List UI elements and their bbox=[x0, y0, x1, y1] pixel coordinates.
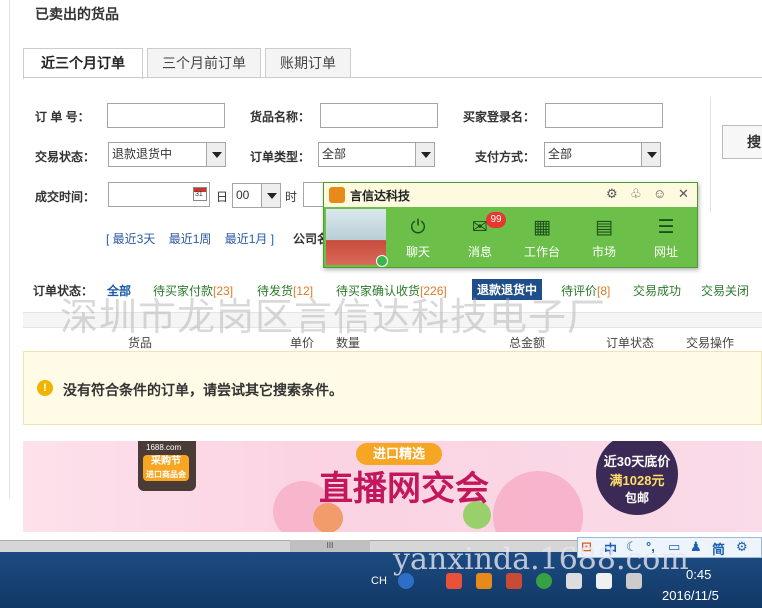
tab-older-than-three-months[interactable]: 三个月前订单 bbox=[147, 48, 261, 78]
skin-icon[interactable]: ♧ bbox=[630, 186, 642, 202]
settings-icon[interactable]: ⚙ bbox=[606, 186, 618, 202]
grid-icon: ▦ bbox=[533, 217, 551, 238]
list-icon: ☰ bbox=[657, 217, 675, 238]
empty-notice: ! 没有符合条件的订单，请尝试其它搜索条件。 bbox=[23, 351, 762, 425]
hour-value: 00 bbox=[236, 188, 250, 202]
chat-icon: ⏻ bbox=[410, 217, 426, 238]
banner-promo-badge: 近30天底价 满1028元 包邮 bbox=[596, 441, 678, 515]
order-no-input[interactable] bbox=[107, 103, 225, 128]
im-avatar[interactable] bbox=[326, 209, 388, 267]
deal-time-label: 成交时间： bbox=[35, 190, 96, 204]
clock-time[interactable]: 0:45 bbox=[686, 567, 711, 582]
banner-decoration bbox=[493, 471, 583, 532]
pay-method-select[interactable]: 全部 bbox=[544, 142, 661, 167]
clock-date[interactable]: 2016/11/5 bbox=[662, 588, 719, 603]
im-account-name: 言信达科技 bbox=[350, 189, 411, 203]
chevron-down-icon bbox=[206, 143, 225, 166]
quick-range-links: [ 最近3天 最近1周 最近1月 ] bbox=[106, 230, 284, 247]
order-type-value: 全部 bbox=[322, 147, 347, 161]
banner-logo: 1688.com 采购节 进口商品会 bbox=[138, 441, 196, 491]
pay-method-value: 全部 bbox=[548, 147, 573, 161]
buyer-login-input[interactable] bbox=[545, 103, 663, 128]
im-chat-button[interactable]: ⏻ 聊天 bbox=[390, 211, 446, 267]
chevron-down-icon bbox=[641, 143, 660, 166]
store-icon: ▤ bbox=[595, 217, 613, 238]
banner-site-tag: 1688.com bbox=[146, 443, 182, 452]
banner-logo-tag: 采购节 进口商品会 bbox=[143, 455, 189, 481]
order-type-label: 订单类型： bbox=[250, 150, 311, 164]
ime-simplified-mode[interactable]: 简 bbox=[712, 539, 725, 558]
left-divider bbox=[9, 0, 10, 498]
warning-icon: ! bbox=[37, 380, 53, 396]
search-divider bbox=[710, 97, 711, 212]
im-logo-icon bbox=[329, 187, 345, 203]
order-no-label: 订 单 号： bbox=[35, 110, 90, 124]
day-label: 日 bbox=[216, 190, 229, 204]
im-market-button[interactable]: ▤ 市场 bbox=[576, 211, 632, 267]
close-icon[interactable]: ✕ bbox=[678, 186, 689, 202]
ime-settings-icon[interactable]: ⚙ bbox=[736, 539, 748, 555]
goods-name-input[interactable] bbox=[320, 103, 438, 128]
im-popup: 言信达科技 ⚙ ♧ ☺ ✕ ⏻ 聊天 ✉ 消息 99 ▦ 工作台 ▤ 市场 ☰ … bbox=[323, 182, 698, 268]
trade-status-select[interactable]: 退款退货中 bbox=[108, 142, 226, 167]
hour-select[interactable]: 00 bbox=[232, 183, 281, 208]
goods-name-label: 货品名称： bbox=[250, 110, 311, 124]
empty-message: 没有符合条件的订单，请尝试其它搜索条件。 bbox=[63, 382, 343, 398]
trade-status-label: 交易状态： bbox=[35, 150, 96, 164]
status-icon[interactable]: ☺ bbox=[653, 186, 666, 201]
company-watermark: 深圳市龙岗区言信达科技电子厂 bbox=[60, 295, 607, 339]
banner-title: 直播网交会 bbox=[319, 469, 489, 509]
last-month-link[interactable]: 最近1月 ] bbox=[225, 232, 274, 246]
order-type-select[interactable]: 全部 bbox=[318, 142, 435, 167]
ime-user-icon[interactable]: ♟ bbox=[690, 539, 702, 555]
header-order-status: 订单状态 bbox=[606, 336, 655, 350]
online-status-icon bbox=[376, 255, 388, 267]
scrollbar-thumb[interactable]: III bbox=[290, 540, 370, 552]
site-watermark: yanxinda.1688.com bbox=[393, 542, 689, 577]
chevron-down-icon bbox=[261, 184, 280, 207]
last-3-days-link[interactable]: [ 最近3天 bbox=[106, 232, 155, 246]
tab-credit-orders[interactable]: 账期订单 bbox=[265, 48, 351, 78]
language-indicator[interactable]: CH bbox=[371, 575, 387, 587]
status-tab-success[interactable]: 交易成功 bbox=[633, 282, 681, 299]
page-title: 已卖出的货品 bbox=[35, 6, 119, 22]
trade-status-value: 退款退货中 bbox=[112, 147, 173, 161]
buyer-login-label: 买家登录名： bbox=[463, 110, 536, 124]
im-links-button[interactable]: ☰ 网址 bbox=[638, 211, 694, 267]
calendar-icon[interactable]: 31 bbox=[193, 187, 207, 201]
status-tab-closed[interactable]: 交易关闭 bbox=[701, 282, 749, 299]
tab-recent-three-months[interactable]: 近三个月订单 bbox=[23, 48, 143, 79]
search-button[interactable]: 搜 bbox=[722, 125, 762, 159]
header-actions: 交易操作 bbox=[686, 336, 735, 350]
pay-method-label: 支付方式： bbox=[475, 150, 536, 164]
im-popup-header: 言信达科技 ⚙ ♧ ☺ ✕ bbox=[324, 183, 697, 207]
promo-banner[interactable]: 1688.com 采购节 进口商品会 进口精选 直播网交会 近30天底价 满10… bbox=[23, 441, 762, 532]
message-count-badge: 99 bbox=[486, 212, 506, 228]
sold-goods-page: 已卖出的货品 近三个月订单 三个月前订单 账期订单 订 单 号： 货品名称： 买… bbox=[0, 0, 762, 540]
hour-label: 时 bbox=[285, 190, 298, 204]
tab-divider bbox=[23, 77, 762, 78]
im-workbench-button[interactable]: ▦ 工作台 bbox=[514, 211, 570, 267]
chevron-down-icon bbox=[415, 143, 434, 166]
last-week-link[interactable]: 最近1周 bbox=[169, 232, 212, 246]
deal-date-end-input[interactable] bbox=[303, 182, 325, 207]
